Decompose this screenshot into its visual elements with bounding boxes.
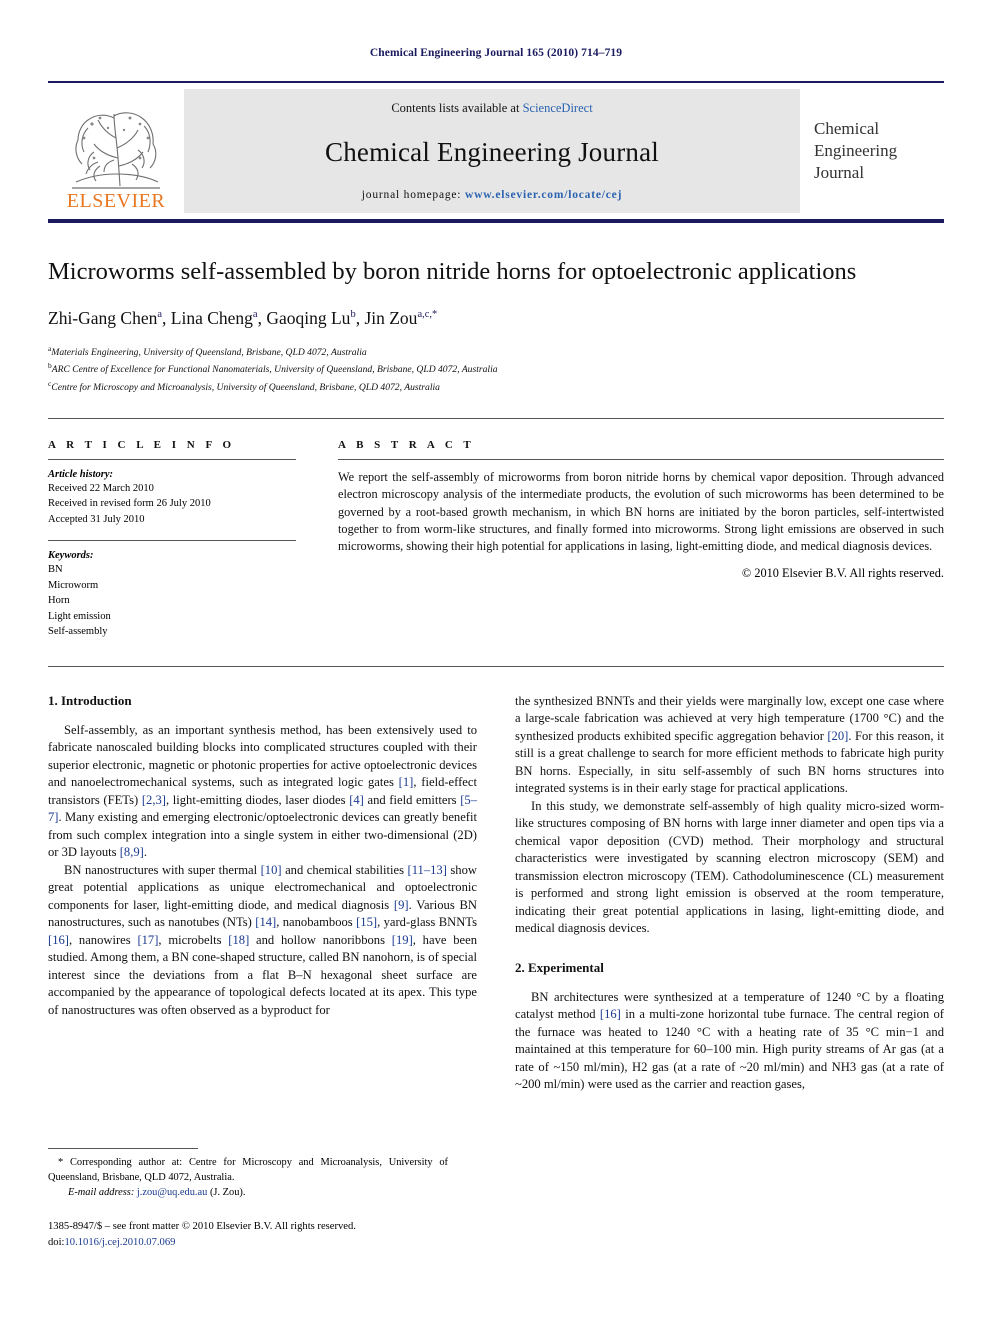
affiliation-item: aMaterials Engineering, University of Qu…	[48, 343, 944, 361]
keyword-item: Horn	[48, 595, 70, 607]
homepage-url-link[interactable]: www.elsevier.com/locate/cej	[465, 189, 622, 201]
cover-line-1: Chemical	[814, 119, 880, 139]
affiliation-text: ARC Centre of Excellence for Functional …	[51, 364, 498, 376]
keywords-label: Keywords:	[48, 550, 94, 562]
abstract-column: A B S T R A C T We report the self-assem…	[338, 439, 944, 640]
article-title: Microworms self-assembled by boron nitri…	[48, 258, 857, 285]
elsevier-tree-icon	[64, 104, 168, 190]
history-revised: Received in revised form 26 July 2010	[48, 498, 211, 510]
abstract-copyright: © 2010 Elsevier B.V. All rights reserved…	[741, 565, 944, 580]
elsevier-logo: ELSEVIER	[48, 89, 184, 213]
keyword-item: Self-assembly	[48, 626, 108, 638]
footnote-rule	[48, 1148, 198, 1149]
sciencedirect-link[interactable]: ScienceDirect	[523, 101, 593, 115]
abstract-heading: A B S T R A C T	[338, 438, 475, 451]
keywords-rule	[48, 540, 296, 542]
article-history-label: Article history:	[48, 468, 114, 480]
affiliation-item: bARC Centre of Excellence for Functional…	[48, 360, 944, 378]
author-affil-mark: a	[252, 309, 258, 321]
journal-homepage-line: journal homepage: www.elsevier.com/locat…	[362, 189, 622, 201]
email-line: E-mail address: j.zou@uq.edu.au (J. Zou)…	[68, 1186, 448, 1201]
section-heading-introduction: 1. Introduction	[48, 692, 132, 708]
journal-cover-title: Chemical Engineering Journal	[800, 89, 944, 213]
corresponding-author-text: * Corresponding author at: Centre for Mi…	[48, 1157, 448, 1183]
contents-prefix: Contents lists available at	[391, 101, 523, 115]
abstract-bottom-rule	[48, 665, 944, 667]
affiliation-text: Centre for Microscopy and Microanalysis,…	[51, 382, 440, 394]
affiliation-item: cCentre for Microscopy and Microanalysis…	[48, 378, 944, 396]
elsevier-wordmark: ELSEVIER	[66, 190, 166, 212]
author-list: Zhi-Gang Chena, Lina Chenga, Gaoqing Lub…	[48, 307, 438, 328]
title-block: Microworms self-assembled by boron nitri…	[48, 257, 944, 396]
email-owner: (J. Zou).	[209, 1186, 246, 1198]
paragraph: the synthesized BNNTs and their yields w…	[515, 693, 944, 796]
author-name[interactable]: Jin Zou	[364, 308, 417, 328]
history-accepted: Accepted 31 July 2010	[48, 513, 145, 525]
history-received: Received 22 March 2010	[48, 482, 154, 494]
masthead-panel: Contents lists available at ScienceDirec…	[184, 89, 800, 213]
footnote-area: * Corresponding author at: Centre for Mi…	[48, 1148, 448, 1250]
running-head: Chemical Engineering Journal 165 (2010) …	[369, 47, 623, 59]
paragraph: BN architectures were synthesized at a t…	[515, 989, 944, 1092]
doi-line: doi:10.1016/j.cej.2010.07.069	[48, 1235, 448, 1250]
title-bottom-rule	[48, 417, 944, 419]
contents-available-line: Contents lists available at ScienceDirec…	[391, 101, 592, 116]
journal-masthead: ELSEVIER Contents lists available at Sci…	[48, 81, 944, 213]
affiliation-text: Materials Engineering, University of Que…	[51, 347, 367, 359]
keyword-item: Light emission	[48, 610, 111, 622]
corresponding-author-note: * Corresponding author at: Centre for Mi…	[48, 1156, 448, 1200]
body-columns: 1. Introduction Self-assembly, as an imp…	[48, 693, 944, 1094]
article-info-column: A R T I C L E I N F O Article history: R…	[48, 439, 296, 640]
email-label: E-mail address:	[68, 1186, 135, 1198]
issn-line: 1385-8947/$ – see front matter © 2010 El…	[48, 1221, 356, 1233]
keyword-item: Microworm	[48, 579, 99, 591]
paragraph: In this study, we demonstrate self-assem…	[515, 798, 944, 936]
doi-link[interactable]: 10.1016/j.cej.2010.07.069	[64, 1237, 175, 1248]
author-affil-mark: a,c,*	[417, 309, 438, 321]
abstract-rule	[338, 458, 944, 460]
issn-copyright-block: 1385-8947/$ – see front matter © 2010 El…	[48, 1219, 448, 1250]
paper-page: Chemical Engineering Journal 165 (2010) …	[0, 0, 992, 1323]
email-link[interactable]: j.zou@uq.edu.au	[137, 1187, 207, 1198]
article-info-rule	[48, 458, 296, 460]
abstract-text: We report the self-assembly of microworm…	[338, 469, 944, 554]
keyword-item: BN	[48, 564, 63, 576]
paragraph: BN nanostructures with super thermal [10…	[48, 862, 478, 1017]
cover-line-2: Engineering	[814, 141, 898, 161]
author-name[interactable]: Lina Cheng	[171, 308, 253, 328]
cover-line-3: Journal	[814, 162, 865, 182]
author-affil-mark: a	[157, 309, 163, 321]
article-info-heading: A R T I C L E I N F O	[48, 438, 236, 451]
masthead-bottom-rule	[48, 219, 944, 223]
author-name[interactable]: Gaoqing Lu	[266, 308, 350, 328]
author-name[interactable]: Zhi-Gang Chen	[48, 308, 157, 328]
doi-label: doi:	[48, 1236, 65, 1248]
author-affil-mark: b	[350, 309, 356, 321]
section-heading-experimental: 2. Experimental	[515, 959, 604, 975]
info-abstract-row: A R T I C L E I N F O Article history: R…	[48, 439, 944, 640]
paragraph: Self-assembly, as an important synthesis…	[48, 722, 477, 860]
body-column-right: the synthesized BNNTs and their yields w…	[515, 693, 944, 1094]
homepage-label: journal homepage:	[361, 189, 462, 201]
journal-title: Chemical Engineering Journal	[324, 137, 659, 167]
body-column-left: 1. Introduction Self-assembly, as an imp…	[48, 693, 477, 1094]
affiliation-list: aMaterials Engineering, University of Qu…	[48, 343, 944, 396]
